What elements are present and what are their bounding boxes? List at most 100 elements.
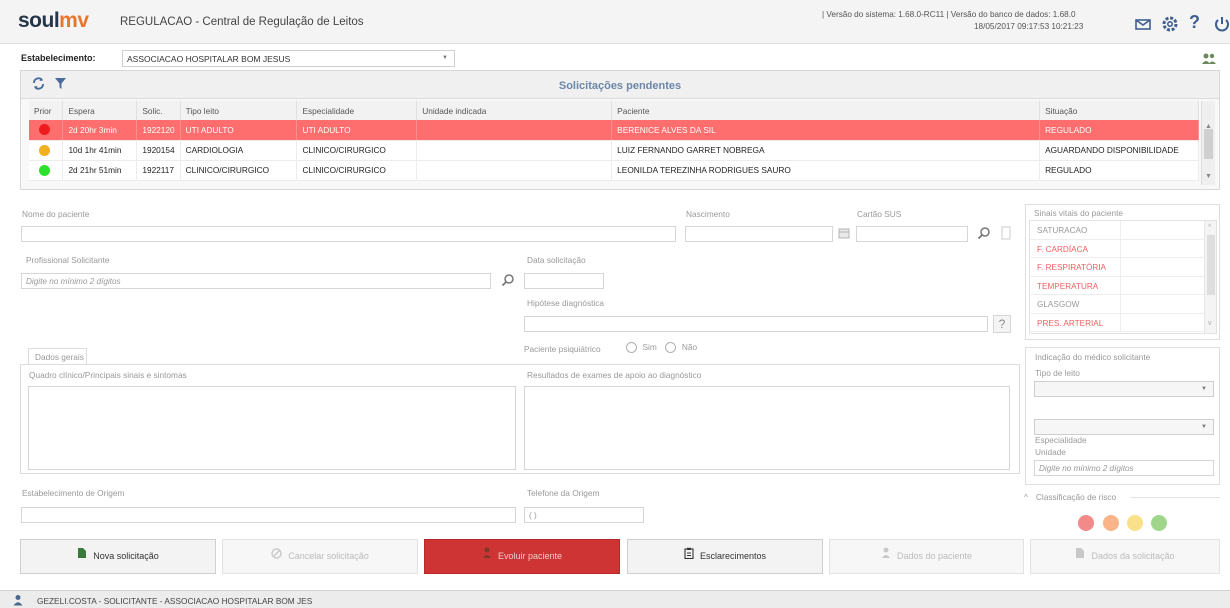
column-header-especialidade[interactable]: Especialidade [296, 101, 418, 120]
mail-icon[interactable] [1133, 14, 1153, 34]
cancel-icon [271, 540, 282, 573]
chevron-down-icon: ▼ [1201, 386, 1207, 392]
app-logo: soulmv [18, 9, 89, 32]
status-user-text: GEZELI.COSTA - SOLICITANTE - ASSOCIACAO … [37, 596, 313, 606]
list-item[interactable]: TEMPERATURA [1030, 276, 1206, 295]
chevron-down-icon: ▼ [442, 55, 448, 61]
estab-origem-input[interactable] [21, 507, 516, 523]
cancelar-solicitacao-button[interactable]: Cancelar solicitação [222, 539, 418, 574]
column-header-situacao[interactable]: Situação [1039, 101, 1199, 120]
tipo-leito-select[interactable]: ▼ [1034, 381, 1214, 397]
especialidade-select[interactable]: ▼ [1034, 419, 1214, 435]
quadro-clinico-textarea[interactable] [28, 386, 516, 470]
pending-toolbar: Solicitações pendentes [21, 71, 1219, 99]
app-title: REGULACAO - Central de Regulação de Leit… [120, 16, 364, 28]
cartao-sus-label: Cartão SUS [857, 209, 902, 219]
chevron-up-icon[interactable]: ^ [1208, 224, 1211, 231]
profissional-label: Profissional Solicitante [26, 255, 110, 265]
profissional-input[interactable]: Digite no mínimo 2 dígitos [21, 273, 491, 289]
vitals-scrollbar[interactable]: ^ v [1204, 221, 1216, 333]
pending-requests-panel: Solicitações pendentes Prior Espera Soli… [20, 70, 1220, 190]
table-row[interactable]: 10d 1hr 41min 1920154 CARDIOLOGIA CLINIC… [29, 140, 1199, 161]
card-icon[interactable] [997, 226, 1015, 242]
nao-radio[interactable] [665, 342, 677, 354]
user-icon [12, 594, 24, 606]
list-item[interactable]: SATURACAO [1030, 221, 1206, 240]
table-scrollbar[interactable]: ▲ ▼ [1201, 101, 1215, 185]
pending-title: Solicitações pendentes [558, 80, 682, 92]
sim-label: Sim [642, 342, 657, 352]
quadro-clinico-label: Quadro clínico/Principais sinais e sinto… [29, 370, 187, 380]
table-row[interactable]: 2d 21hr 51min 1922117 CLINICO/CIRURGICO … [29, 160, 1199, 181]
nome-paciente-label: Nome do paciente [22, 209, 90, 219]
list-item[interactable]: GLASGOW [1030, 295, 1206, 314]
chevron-down-icon: ▼ [1201, 424, 1207, 430]
gear-icon[interactable] [1160, 14, 1180, 34]
search-icon[interactable] [499, 273, 517, 289]
sim-radio[interactable] [626, 342, 637, 354]
risk-yellow[interactable] [1127, 515, 1143, 531]
vitals-list[interactable]: SATURACAO F. CARDÍACA F. RESPIRATÓRIA TE… [1029, 220, 1217, 334]
column-header-prior[interactable]: Prior [29, 101, 64, 120]
resultados-textarea[interactable] [524, 386, 1010, 470]
tipo-leito-label: Tipo de leito [1035, 368, 1080, 378]
nascimento-input[interactable] [685, 226, 833, 242]
dados-solicitacao-button[interactable]: Dados da solicitação [1030, 539, 1220, 574]
help-icon[interactable]: ? [993, 315, 1011, 333]
list-item[interactable]: F. CARDÍACA [1030, 239, 1206, 258]
document-icon [1075, 540, 1085, 573]
esclarecimentos-button[interactable]: Esclarecimentos [627, 539, 823, 574]
especialidade-label: Especialidade [1035, 435, 1087, 445]
nascimento-label: Nascimento [686, 209, 730, 219]
risk-toggle[interactable]: ^ Classificação de risco [1024, 492, 1116, 502]
chevron-up-icon: ^ [1024, 492, 1028, 502]
priority-dot [39, 124, 50, 136]
telefone-label: Telefone da Origem [527, 488, 600, 498]
list-item[interactable]: PRES. ARTERIAL [1030, 313, 1206, 332]
scrollbar-thumb[interactable] [1207, 235, 1215, 295]
version-info: | Versão do sistema: 1.68.0-RC11 | Versã… [822, 10, 1076, 19]
user-icon [482, 540, 492, 573]
nova-solicitacao-button[interactable]: Nova solicitação [20, 539, 216, 574]
column-header-unidade[interactable]: Unidade indicada [416, 101, 613, 120]
power-icon[interactable] [1212, 14, 1230, 34]
estab-origem-label: Estabelecimento de Origem [22, 488, 125, 498]
table-header-row: Prior Espera Solic. Tipo leito Especiali… [29, 101, 1199, 120]
users-icon[interactable] [1201, 52, 1217, 66]
calendar-icon[interactable] [835, 227, 853, 243]
search-icon[interactable] [975, 226, 993, 242]
table-row[interactable]: 2d 20hr 3min 1922120 UTI ADULTO UTI ADUL… [29, 120, 1199, 141]
hipotese-input[interactable] [524, 316, 988, 332]
chevron-down-icon[interactable]: v [1208, 320, 1212, 327]
list-item[interactable]: F. RESPIRATÓRIA [1030, 258, 1206, 277]
column-header-solic[interactable]: Solic. [136, 101, 181, 120]
nao-label: Não [681, 342, 698, 352]
pending-requests-table: Prior Espera Solic. Tipo leito Especiali… [29, 101, 1199, 181]
app-header: soulmv REGULACAO - Central de Regulação … [0, 0, 1230, 44]
clipboard-icon [684, 540, 694, 573]
risk-orange[interactable] [1103, 515, 1119, 531]
column-header-espera[interactable]: Espera [62, 101, 138, 120]
chevron-down-icon[interactable]: ▼ [1205, 173, 1212, 180]
cartao-sus-input[interactable] [856, 226, 968, 242]
establishment-select[interactable]: ASSOCIACAO HOSPITALAR BOM JESUS ▼ [122, 50, 455, 67]
nome-paciente-input[interactable] [21, 226, 676, 242]
dados-paciente-button[interactable]: Dados do paciente [829, 539, 1024, 574]
tab-dados-gerais[interactable]: Dados gerais [28, 348, 87, 365]
unidade-input[interactable]: Digite no mínimo 2 dígitos [1034, 460, 1214, 476]
new-document-icon [77, 540, 87, 573]
column-header-paciente[interactable]: Paciente [611, 101, 1041, 120]
scrollbar-thumb[interactable] [1204, 129, 1213, 159]
data-solicitacao-input[interactable] [524, 273, 604, 289]
status-bar: GEZELI.COSTA - SOLICITANTE - ASSOCIACAO … [0, 590, 1230, 608]
risk-red[interactable] [1078, 515, 1094, 531]
data-solicitacao-label: Data solicitação [527, 255, 586, 265]
hipotese-label: Hipótese diagnóstica [527, 298, 605, 308]
help-icon[interactable]: ? [1189, 12, 1209, 32]
establishment-label: Estabelecimento: [21, 53, 96, 63]
column-header-tipo-leito[interactable]: Tipo leito [180, 101, 298, 120]
evoluir-paciente-button[interactable]: Evoluir paciente [424, 539, 620, 574]
risk-green[interactable] [1151, 515, 1167, 531]
priority-dot [39, 164, 50, 176]
telefone-input[interactable]: ( ) [524, 507, 644, 523]
